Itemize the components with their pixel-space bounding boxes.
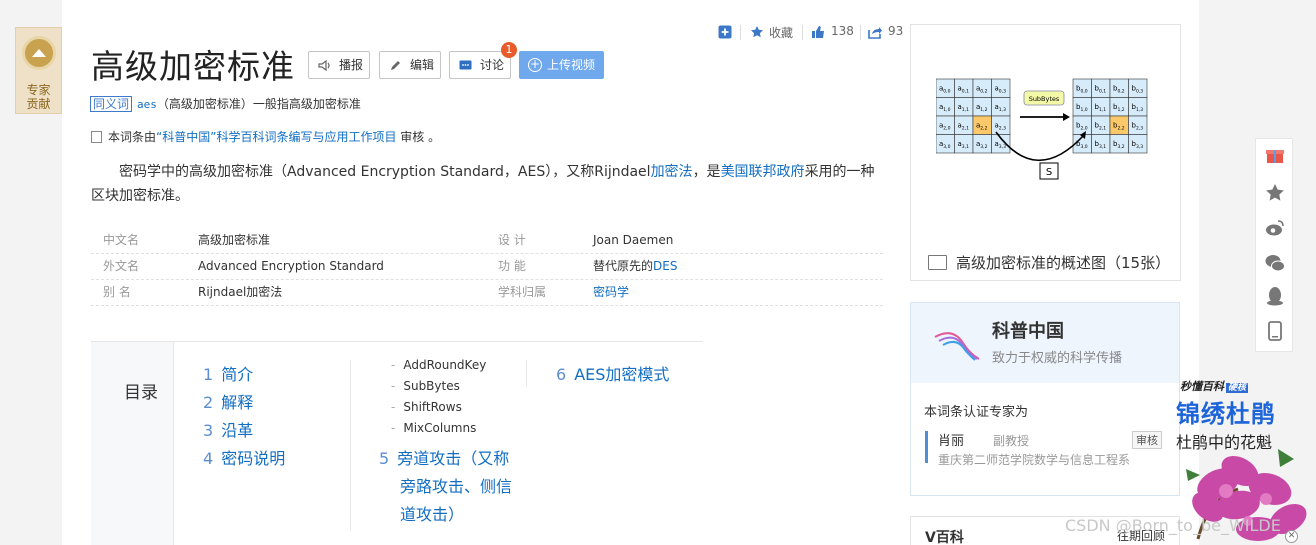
des-link[interactable]: DES (653, 259, 677, 273)
info-key: 功 能 (498, 259, 526, 273)
info-row: 中文名 高级加密标准 设 计 Joan Daemen (91, 228, 883, 254)
edit-button[interactable]: 编辑 (379, 51, 441, 79)
toc-title: 目录 (124, 383, 158, 403)
broadcast-button[interactable]: 播报 (308, 51, 370, 79)
toc-item-aes-modes[interactable]: 6 AES加密模式 (556, 361, 669, 385)
subbytes-diagram: a0,0 a0,1 a0,2 a0,3a1,0 a1,1 a1,2 a1,3a2,0 a2,1… (936, 78, 1148, 180)
toc-sub-shiftrows[interactable]: ShiftRows (391, 400, 461, 414)
weibo-icon[interactable] (1265, 218, 1285, 238)
wechat-icon[interactable] (1265, 253, 1285, 273)
certification-line: 本词条由“科普中国”科学百科词条编写与应用工作项目 审核 。 (91, 128, 440, 145)
table-of-contents: 目录 1简介 2解释 3沿革 4密码说明 AddRoundKey SubByte… (91, 341, 703, 545)
star-icon[interactable] (750, 25, 764, 39)
kepu-name[interactable]: 科普中国 (992, 317, 1064, 343)
expert-rank: 副教授 (993, 434, 1030, 448)
expert-icon (22, 36, 56, 70)
toc-item-side-channel[interactable]: 5 旁道攻击（又称 旁路攻击、侧信 道攻击） (379, 445, 512, 529)
intro-text-1: 密码学中的高级加密标准（Advanced Encryption Standard… (119, 164, 651, 180)
synonym-text: （高级加密标准）一般指高级加密标准 (156, 97, 361, 111)
info-row: 外文名 Advanced Encryption Standard 功 能 替代原… (91, 254, 883, 280)
qq-icon[interactable] (1265, 286, 1285, 306)
cert-project-link[interactable]: “科普中国”科学百科词条编写与应用工作项目 (156, 130, 396, 144)
gift-icon[interactable] (1265, 145, 1285, 165)
kepu-logo-icon (934, 332, 980, 361)
info-key: 设 计 (498, 233, 526, 247)
discuss-count-badge: 1 (501, 42, 517, 58)
info-key: 中文名 (103, 233, 140, 247)
favorite-label[interactable]: 收藏 (769, 24, 793, 41)
toc-item-explain[interactable]: 2 解释 (203, 389, 253, 413)
chat-icon (459, 60, 472, 70)
expert-cert-label: 本词条认证专家为 (924, 405, 1029, 420)
plus-icon: + (528, 57, 542, 72)
intro-text-2: ，是 (692, 164, 721, 180)
info-key: 外文名 (103, 259, 140, 273)
mobile-icon[interactable] (1265, 321, 1285, 341)
like-count: 138 (831, 24, 854, 38)
upload-video-button[interactable]: + 上传视频 (519, 51, 604, 79)
ad-headline: 锦绣杜鹃 (1176, 400, 1276, 428)
edit-label: 编辑 (410, 58, 435, 72)
discuss-button[interactable]: 讨论 (449, 51, 511, 79)
pencil-icon (391, 61, 400, 70)
synonym-term[interactable]: aes (137, 98, 157, 111)
info-value: Joan Daemen (593, 233, 674, 247)
info-value: 高级加密标准 (198, 233, 271, 247)
toc-item-intro[interactable]: 1 简介 (203, 361, 253, 385)
thumbs-up-icon[interactable] (811, 25, 825, 39)
album-card[interactable]: a0,0 a0,1 a0,2 a0,3 a1,0 a1,1 a1,2 a1,3 a2,0 a2,1… (910, 24, 1181, 281)
synonym-tag[interactable]: 同义词 (90, 96, 133, 112)
info-value: 密码学 (593, 280, 629, 305)
subbytes-label: SubBytes (1029, 95, 1060, 103)
info-key: 别 名 (103, 285, 131, 299)
basic-info-table: 中文名 高级加密标准 设 计 Joan Daemen 外文名 Advanced … (91, 228, 883, 306)
share-count: 93 (888, 24, 904, 38)
star-icon[interactable] (1265, 183, 1285, 203)
info-value: Advanced Encryption Standard (198, 259, 384, 273)
synonym-line: 同义词 aes（高级加密标准）一般指高级加密标准 (90, 95, 361, 112)
cert-suffix: 审核 。 (396, 130, 441, 144)
upload-video-label: 上传视频 (547, 58, 596, 72)
document-icon (91, 131, 102, 143)
intro-paragraph: 密码学中的高级加密标准（Advanced Encryption Standard… (91, 160, 886, 208)
broadcast-label: 播报 (339, 58, 364, 72)
cert-prefix: 本词条由 (108, 130, 157, 144)
expert-contribution-badge[interactable]: 专家 贡献 (15, 27, 62, 114)
kepu-slogan: 致力于权威的科学传播 (992, 351, 1123, 366)
info-key: 学科归属 (498, 285, 547, 299)
info-value: 替代原先的DES (593, 259, 678, 273)
album-caption: 高级加密标准的概述图（15张） (928, 252, 1170, 273)
discuss-label: 讨论 (480, 58, 505, 72)
ad-brand: 秒懂百科 硬核 (1180, 380, 1249, 393)
info-value: Rijndael加密法 (198, 285, 283, 299)
info-row: 别 名 Rijndael加密法 学科归属 密码学 (91, 280, 883, 306)
toc-sub-subbytes[interactable]: SubBytes (391, 379, 460, 393)
us-government-link[interactable]: 美国联邦政府 (721, 164, 805, 180)
kepu-china-card: 科普中国 致力于权威的科学传播 本词条认证专家为 肖丽 副教授 审核 重庆第二师… (910, 302, 1180, 496)
s-box-label: S (1046, 167, 1052, 178)
add-icon[interactable] (718, 25, 732, 39)
encryption-method-link[interactable]: 加密法 (651, 164, 693, 180)
side-toolbar (1255, 138, 1293, 352)
toc-item-history[interactable]: 3 沿革 (203, 417, 253, 441)
speaker-icon (318, 60, 330, 71)
toc-sub-addroundkey[interactable]: AddRoundKey (391, 358, 486, 372)
album-caption-text: 高级加密标准的概述图（15张） (956, 254, 1171, 272)
close-icon[interactable]: ✕ (1285, 530, 1298, 543)
toc-sub-mixcolumns[interactable]: MixColumns (391, 421, 476, 435)
toc-header: 目录 (91, 342, 174, 545)
image-icon (928, 255, 947, 270)
expert-name[interactable]: 肖丽 (938, 430, 964, 449)
expert-organization: 重庆第二师范学院数学与信息工程系 (938, 453, 1131, 467)
share-icon[interactable] (868, 25, 882, 39)
review-badge: 审核 (1132, 431, 1162, 449)
badge-label-2: 贡献 (26, 97, 51, 111)
ad-subtitle: 杜鹃中的花魁 (1176, 433, 1273, 452)
toc-item-cipher[interactable]: 4 密码说明 (203, 445, 285, 469)
v-baike-title: V百科 (925, 530, 964, 545)
cryptography-link[interactable]: 密码学 (593, 285, 629, 299)
page-title: 高级加密标准 (91, 47, 295, 86)
watermark: CSDN @Born_to_be_WILDE (1065, 516, 1281, 535)
